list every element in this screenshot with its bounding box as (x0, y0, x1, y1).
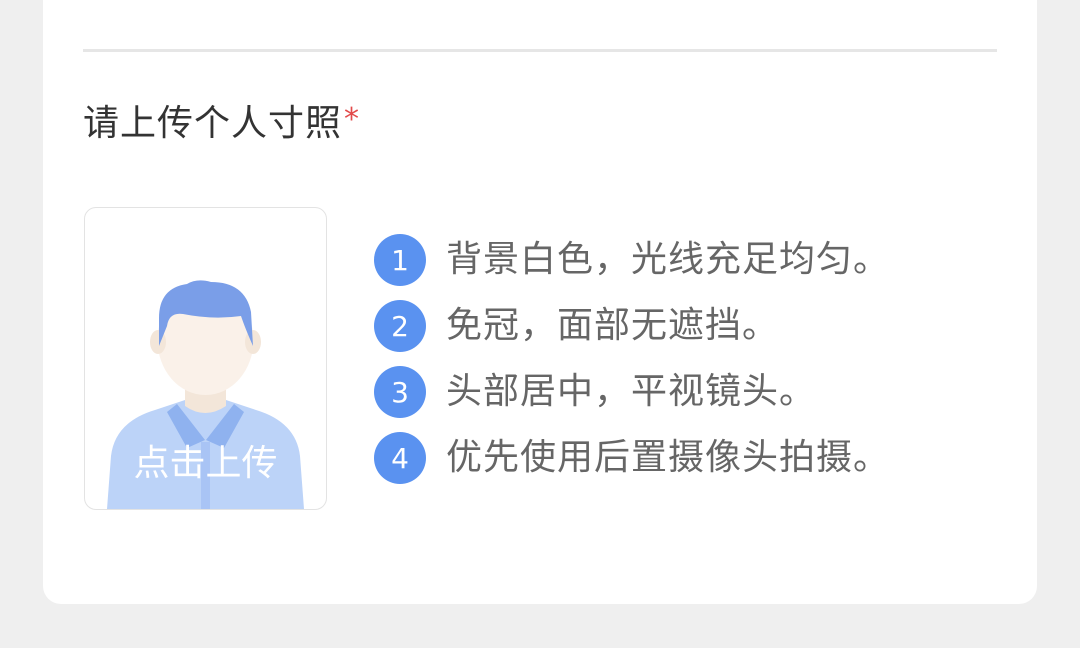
list-item: 4 优先使用后置摄像头拍摄。 (374, 432, 890, 484)
required-mark: * (344, 102, 361, 137)
photo-requirements-list: 1 背景白色，光线充足均匀。 2 免冠，面部无遮挡。 3 头部居中，平视镜头。 … (374, 234, 890, 498)
photo-upload-button[interactable]: 点击上传 (84, 207, 327, 510)
tip-text: 优先使用后置摄像头拍摄。 (446, 437, 891, 478)
tip-text: 头部居中，平视镜头。 (446, 371, 817, 412)
step-number-badge: 4 (374, 432, 426, 484)
tip-text: 背景白色，光线充足均匀。 (446, 239, 891, 280)
tip-text: 免冠，面部无遮挡。 (446, 305, 780, 346)
divider (83, 49, 997, 52)
step-number-badge: 3 (374, 366, 426, 418)
step-number-badge: 2 (374, 300, 426, 352)
list-item: 2 免冠，面部无遮挡。 (374, 300, 890, 352)
list-item: 3 头部居中，平视镜头。 (374, 366, 890, 418)
section-title-text: 请上传个人寸照 (83, 103, 343, 144)
list-item: 1 背景白色，光线充足均匀。 (374, 234, 890, 286)
section-title: 请上传个人寸照* (83, 100, 360, 150)
step-number-badge: 1 (374, 234, 426, 286)
upload-label: 点击上传 (133, 443, 278, 484)
